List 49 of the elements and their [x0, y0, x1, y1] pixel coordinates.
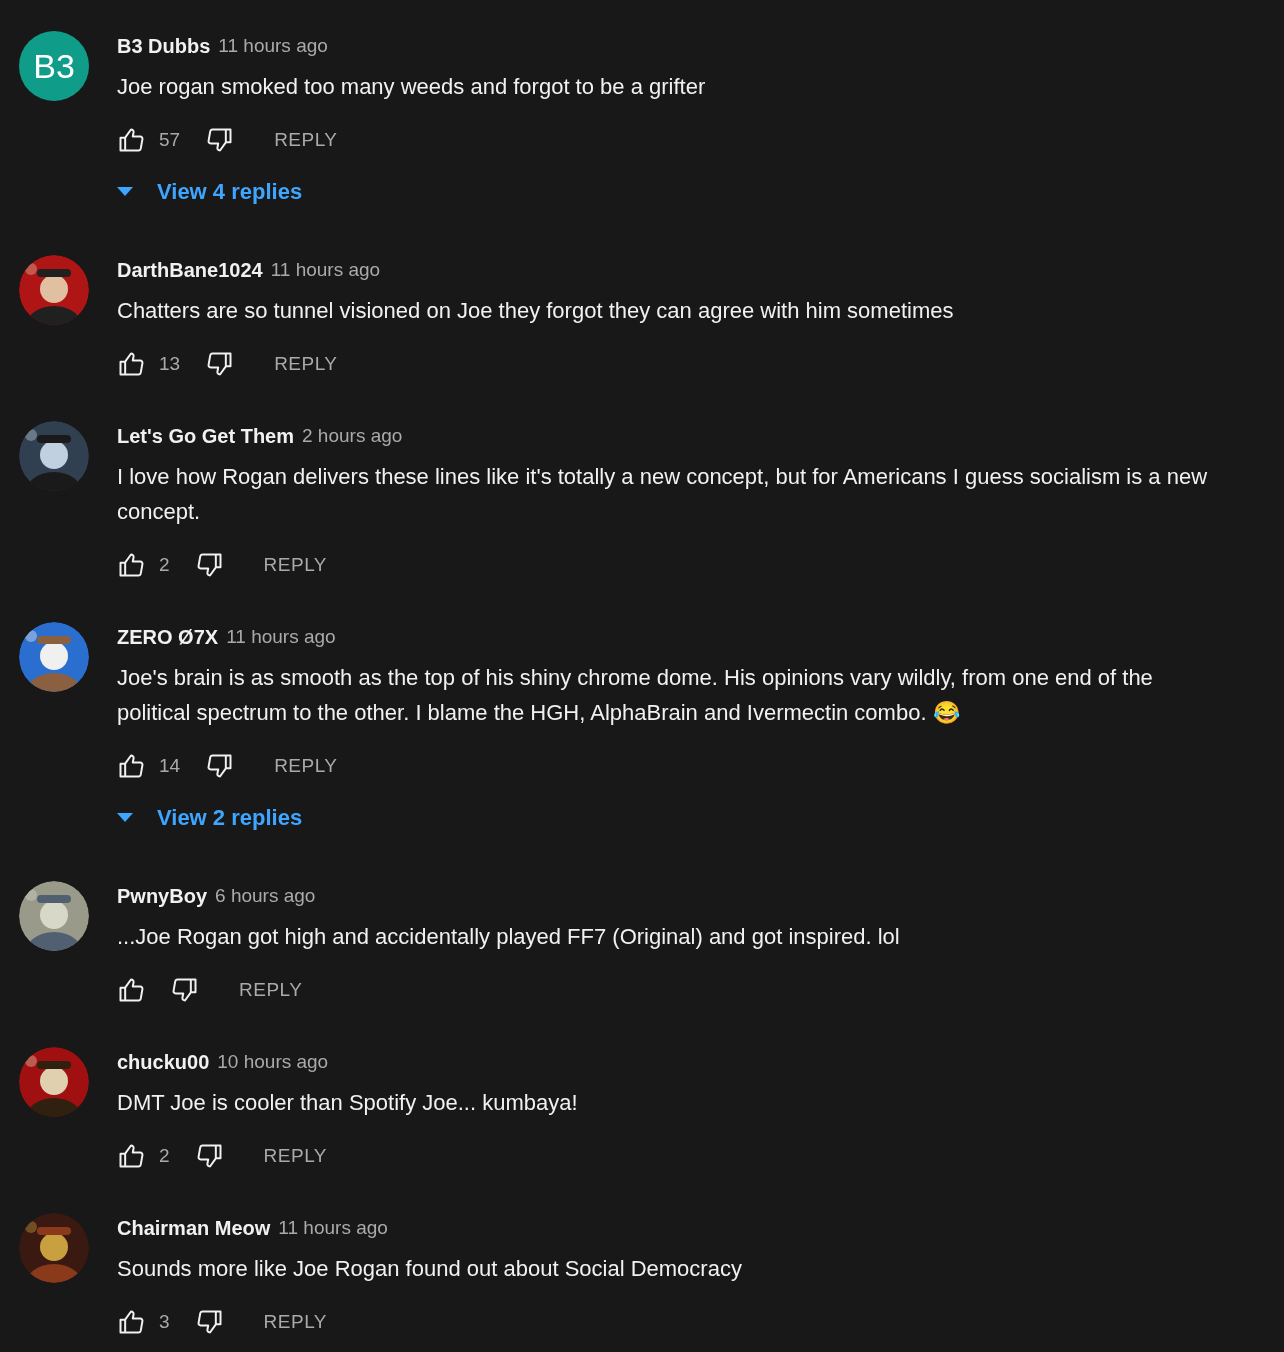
comment-text: I love how Rogan delivers these lines like it's totally a new concept, but for Americans I guess socialism is a new concept.: [117, 463, 1209, 526]
author-name[interactable]: chucku00: [117, 1050, 210, 1074]
comment-text: Joe's brain is as smooth as the top of his shiny chrome dome. His opinions vary wildly, from one end of the political spectrum to the other. I blame the HGH, AlphaBrain and Ivermectin combo. 😂: [117, 664, 1154, 727]
comment-time[interactable]: 11 hours ago: [278, 1217, 388, 1239]
author-name[interactable]: DarthBane1024: [117, 258, 263, 282]
like-count: 3: [159, 1311, 170, 1333]
author-name[interactable]: PwnyBoy: [117, 884, 208, 908]
thumbs-up-icon[interactable]: [117, 1308, 145, 1336]
caret-icon[interactable]: [117, 813, 133, 823]
reply-button[interactable]: REPLY: [253, 1303, 337, 1341]
thumbs-up-icon[interactable]: [117, 976, 145, 1004]
reply-button[interactable]: REPLY: [253, 546, 337, 584]
like-count: 2: [159, 1145, 170, 1167]
thumbs-up-icon[interactable]: [117, 752, 145, 780]
author-name[interactable]: ZERO Ø7X: [117, 625, 219, 649]
like-count: 14: [159, 755, 181, 777]
comment-time[interactable]: 6 hours ago: [215, 885, 316, 907]
comment-time[interactable]: 11 hours ago: [218, 35, 328, 57]
thumbs-down-icon[interactable]: [195, 1308, 224, 1336]
comment-time[interactable]: 10 hours ago: [217, 1051, 329, 1073]
thumbs-up-icon[interactable]: [117, 1142, 145, 1170]
comment-time[interactable]: 2 hours ago: [302, 425, 403, 447]
comment-text: DMT Joe is cooler than Spotify Joe... kumbaya!: [117, 1089, 579, 1117]
like-count: 57: [159, 129, 181, 151]
thumbs-down-icon[interactable]: [195, 1142, 224, 1170]
thumbs-up-icon[interactable]: [117, 126, 145, 154]
caret-icon[interactable]: [117, 187, 133, 197]
reply-button[interactable]: REPLY: [264, 121, 348, 159]
author-name[interactable]: Chairman Meow: [117, 1216, 271, 1240]
thumbs-down-icon[interactable]: [171, 976, 199, 1004]
reply-button[interactable]: REPLY: [264, 345, 348, 383]
reply-button[interactable]: REPLY: [264, 747, 348, 785]
like-count: 2: [159, 554, 170, 576]
comment-time[interactable]: 11 hours ago: [270, 259, 381, 281]
comment-text: Sounds more like Joe Rogan found out about Social Democracy: [117, 1255, 743, 1283]
like-count: 13: [159, 353, 181, 375]
comment-text: Joe rogan smoked too many weeds and forgot to be a grifter: [117, 73, 707, 101]
comment-time[interactable]: 11 hours ago: [226, 626, 336, 648]
reply-button[interactable]: REPLY: [253, 1137, 337, 1175]
thumbs-down-icon[interactable]: [195, 551, 224, 579]
comment-text: Chatters are so tunnel visioned on Joe they forgot they can agree with him sometimes: [117, 297, 955, 325]
thumbs-up-icon[interactable]: [117, 551, 145, 579]
author-name[interactable]: B3 Dubbs: [117, 34, 211, 58]
reply-button[interactable]: REPLY: [229, 971, 313, 1009]
thumbs-up-icon[interactable]: [117, 350, 145, 378]
author-name[interactable]: Let's Go Get Them: [117, 424, 294, 448]
comment-text: ...Joe Rogan got high and accidentally played FF7 (Original) and got inspired. lol: [117, 923, 901, 951]
view-replies-button[interactable]: View 2 replies: [147, 799, 313, 837]
view-replies-button[interactable]: View 4 replies: [147, 173, 313, 211]
